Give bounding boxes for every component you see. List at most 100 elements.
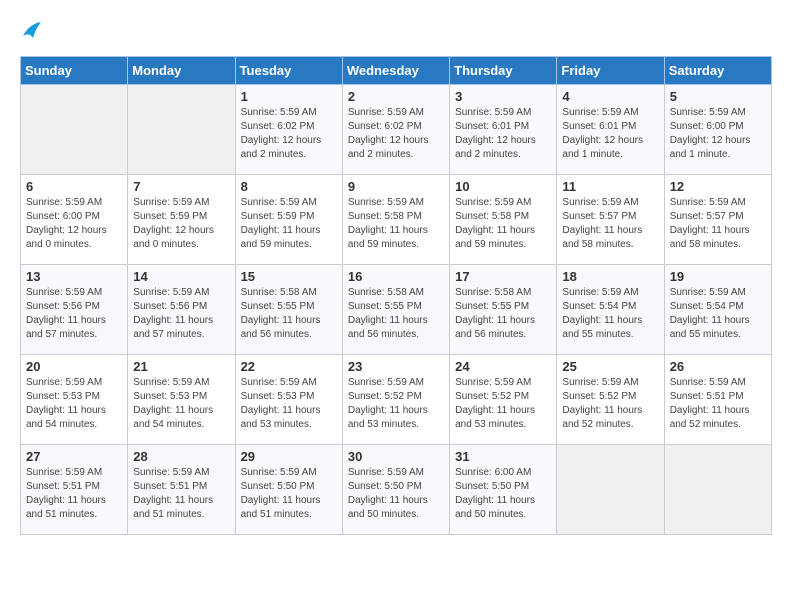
calendar-cell: 19Sunrise: 5:59 AMSunset: 5:54 PMDayligh… bbox=[664, 265, 771, 355]
day-info: Sunrise: 5:59 AMSunset: 6:00 PMDaylight:… bbox=[670, 106, 766, 162]
calendar-cell: 30Sunrise: 5:59 AMSunset: 5:50 PMDayligh… bbox=[342, 445, 449, 535]
calendar-cell: 2 Sunrise: 5:59 AMSunset: 6:02 PMDaylight… bbox=[342, 85, 449, 175]
weekday-header-wednesday: Wednesday bbox=[342, 57, 449, 85]
day-number: 7 bbox=[133, 179, 229, 194]
weekday-header-monday: Monday bbox=[128, 57, 235, 85]
day-info: Sunrise: 5:59 AMSunset: 5:51 PMDaylight:… bbox=[670, 376, 766, 432]
day-info: Sunrise: 5:59 AMSunset: 5:53 PMDaylight:… bbox=[133, 376, 229, 432]
calendar-cell: 12 Sunrise: 5:59 AMSunset: 5:57 PMDayligh… bbox=[664, 175, 771, 265]
day-info: Sunrise: 6:00 AMSunset: 5:50 PMDaylight:… bbox=[455, 466, 551, 522]
day-number: 17 bbox=[455, 269, 551, 284]
logo bbox=[20, 20, 41, 46]
day-number: 20 bbox=[26, 359, 122, 374]
day-number: 18 bbox=[562, 269, 658, 284]
calendar-cell: 26 Sunrise: 5:59 AMSunset: 5:51 PMDayligh… bbox=[664, 355, 771, 445]
calendar-cell bbox=[557, 445, 664, 535]
weekday-header-tuesday: Tuesday bbox=[235, 57, 342, 85]
day-info: Sunrise: 5:58 AMSunset: 5:55 PMDaylight:… bbox=[241, 286, 337, 342]
calendar-cell bbox=[664, 445, 771, 535]
calendar-cell: 29Sunrise: 5:59 AMSunset: 5:50 PMDayligh… bbox=[235, 445, 342, 535]
day-number: 16 bbox=[348, 269, 444, 284]
day-info: Sunrise: 5:59 AMSunset: 5:53 PMDaylight:… bbox=[26, 376, 122, 432]
calendar-cell: 20 Sunrise: 5:59 AMSunset: 5:53 PMDayligh… bbox=[21, 355, 128, 445]
day-number: 25 bbox=[562, 359, 658, 374]
calendar-cell: 16 Sunrise: 5:58 AMSunset: 5:55 PMDayligh… bbox=[342, 265, 449, 355]
day-info: Sunrise: 5:59 AMSunset: 5:58 PMDaylight:… bbox=[455, 196, 551, 252]
day-info: Sunrise: 5:59 AMSunset: 5:59 PMDaylight:… bbox=[133, 196, 229, 252]
day-info: Sunrise: 5:59 AMSunset: 5:52 PMDaylight:… bbox=[348, 376, 444, 432]
day-number: 6 bbox=[26, 179, 122, 194]
weekday-header-sunday: Sunday bbox=[21, 57, 128, 85]
calendar-cell: 8 Sunrise: 5:59 AMSunset: 5:59 PMDaylight… bbox=[235, 175, 342, 265]
calendar-cell: 9 Sunrise: 5:59 AMSunset: 5:58 PMDaylight… bbox=[342, 175, 449, 265]
day-info: Sunrise: 5:59 AMSunset: 5:54 PMDaylight:… bbox=[562, 286, 658, 342]
day-number: 5 bbox=[670, 89, 766, 104]
calendar-cell: 31 Sunrise: 6:00 AMSunset: 5:50 PMDayligh… bbox=[450, 445, 557, 535]
day-number: 15 bbox=[241, 269, 337, 284]
day-info: Sunrise: 5:59 AMSunset: 5:59 PMDaylight:… bbox=[241, 196, 337, 252]
calendar-week-row: 20 Sunrise: 5:59 AMSunset: 5:53 PMDayligh… bbox=[21, 355, 772, 445]
calendar-cell: 1 Sunrise: 5:59 AMSunset: 6:02 PMDaylight… bbox=[235, 85, 342, 175]
day-info: Sunrise: 5:59 AMSunset: 6:02 PMDaylight:… bbox=[241, 106, 337, 162]
day-number: 14 bbox=[133, 269, 229, 284]
day-info: Sunrise: 5:59 AMSunset: 6:01 PMDaylight:… bbox=[562, 106, 658, 162]
calendar-cell: 21Sunrise: 5:59 AMSunset: 5:53 PMDayligh… bbox=[128, 355, 235, 445]
day-number: 10 bbox=[455, 179, 551, 194]
calendar-cell: 23 Sunrise: 5:59 AMSunset: 5:52 PMDayligh… bbox=[342, 355, 449, 445]
day-info: Sunrise: 5:59 AMSunset: 5:58 PMDaylight:… bbox=[348, 196, 444, 252]
day-info: Sunrise: 5:59 AMSunset: 6:01 PMDaylight:… bbox=[455, 106, 551, 162]
day-info: Sunrise: 5:59 AMSunset: 6:00 PMDaylight:… bbox=[26, 196, 122, 252]
day-number: 3 bbox=[455, 89, 551, 104]
day-number: 22 bbox=[241, 359, 337, 374]
calendar-cell: 11 Sunrise: 5:59 AMSunset: 5:57 PMDayligh… bbox=[557, 175, 664, 265]
calendar-table: SundayMondayTuesdayWednesdayThursdayFrid… bbox=[20, 56, 772, 535]
calendar-week-row: 6 Sunrise: 5:59 AMSunset: 6:00 PMDaylight… bbox=[21, 175, 772, 265]
calendar-cell: 22Sunrise: 5:59 AMSunset: 5:53 PMDayligh… bbox=[235, 355, 342, 445]
day-number: 4 bbox=[562, 89, 658, 104]
day-number: 1 bbox=[241, 89, 337, 104]
day-number: 2 bbox=[348, 89, 444, 104]
weekday-header-friday: Friday bbox=[557, 57, 664, 85]
calendar-cell: 10 Sunrise: 5:59 AMSunset: 5:58 PMDayligh… bbox=[450, 175, 557, 265]
weekday-header-saturday: Saturday bbox=[664, 57, 771, 85]
day-number: 27 bbox=[26, 449, 122, 464]
calendar-cell: 15 Sunrise: 5:58 AMSunset: 5:55 PMDayligh… bbox=[235, 265, 342, 355]
calendar-cell: 7 Sunrise: 5:59 AMSunset: 5:59 PMDaylight… bbox=[128, 175, 235, 265]
calendar-cell: 4 Sunrise: 5:59 AMSunset: 6:01 PMDaylight… bbox=[557, 85, 664, 175]
calendar-week-row: 27 Sunrise: 5:59 AMSunset: 5:51 PMDayligh… bbox=[21, 445, 772, 535]
day-number: 8 bbox=[241, 179, 337, 194]
day-info: Sunrise: 5:59 AMSunset: 5:56 PMDaylight:… bbox=[133, 286, 229, 342]
weekday-header-thursday: Thursday bbox=[450, 57, 557, 85]
day-info: Sunrise: 5:59 AMSunset: 5:52 PMDaylight:… bbox=[562, 376, 658, 432]
day-info: Sunrise: 5:59 AMSunset: 5:52 PMDaylight:… bbox=[455, 376, 551, 432]
day-number: 26 bbox=[670, 359, 766, 374]
day-info: Sunrise: 5:59 AMSunset: 5:50 PMDaylight:… bbox=[348, 466, 444, 522]
day-number: 29 bbox=[241, 449, 337, 464]
day-number: 23 bbox=[348, 359, 444, 374]
calendar-cell: 24 Sunrise: 5:59 AMSunset: 5:52 PMDayligh… bbox=[450, 355, 557, 445]
day-number: 11 bbox=[562, 179, 658, 194]
day-info: Sunrise: 5:59 AMSunset: 5:56 PMDaylight:… bbox=[26, 286, 122, 342]
calendar-cell: 6 Sunrise: 5:59 AMSunset: 6:00 PMDaylight… bbox=[21, 175, 128, 265]
day-info: Sunrise: 5:59 AMSunset: 6:02 PMDaylight:… bbox=[348, 106, 444, 162]
calendar-cell: 27 Sunrise: 5:59 AMSunset: 5:51 PMDayligh… bbox=[21, 445, 128, 535]
day-number: 13 bbox=[26, 269, 122, 284]
calendar-cell bbox=[21, 85, 128, 175]
day-info: Sunrise: 5:59 AMSunset: 5:51 PMDaylight:… bbox=[133, 466, 229, 522]
day-number: 28 bbox=[133, 449, 229, 464]
day-number: 9 bbox=[348, 179, 444, 194]
day-info: Sunrise: 5:59 AMSunset: 5:51 PMDaylight:… bbox=[26, 466, 122, 522]
day-info: Sunrise: 5:59 AMSunset: 5:57 PMDaylight:… bbox=[670, 196, 766, 252]
calendar-week-row: 1 Sunrise: 5:59 AMSunset: 6:02 PMDaylight… bbox=[21, 85, 772, 175]
calendar-cell: 28 Sunrise: 5:59 AMSunset: 5:51 PMDayligh… bbox=[128, 445, 235, 535]
day-number: 24 bbox=[455, 359, 551, 374]
calendar-week-row: 13 Sunrise: 5:59 AMSunset: 5:56 PMDayligh… bbox=[21, 265, 772, 355]
logo-bird-icon bbox=[23, 22, 41, 38]
day-info: Sunrise: 5:58 AMSunset: 5:55 PMDaylight:… bbox=[348, 286, 444, 342]
day-info: Sunrise: 5:59 AMSunset: 5:57 PMDaylight:… bbox=[562, 196, 658, 252]
calendar-cell: 25 Sunrise: 5:59 AMSunset: 5:52 PMDayligh… bbox=[557, 355, 664, 445]
page-header bbox=[20, 20, 772, 46]
day-info: Sunrise: 5:58 AMSunset: 5:55 PMDaylight:… bbox=[455, 286, 551, 342]
day-number: 31 bbox=[455, 449, 551, 464]
day-number: 12 bbox=[670, 179, 766, 194]
